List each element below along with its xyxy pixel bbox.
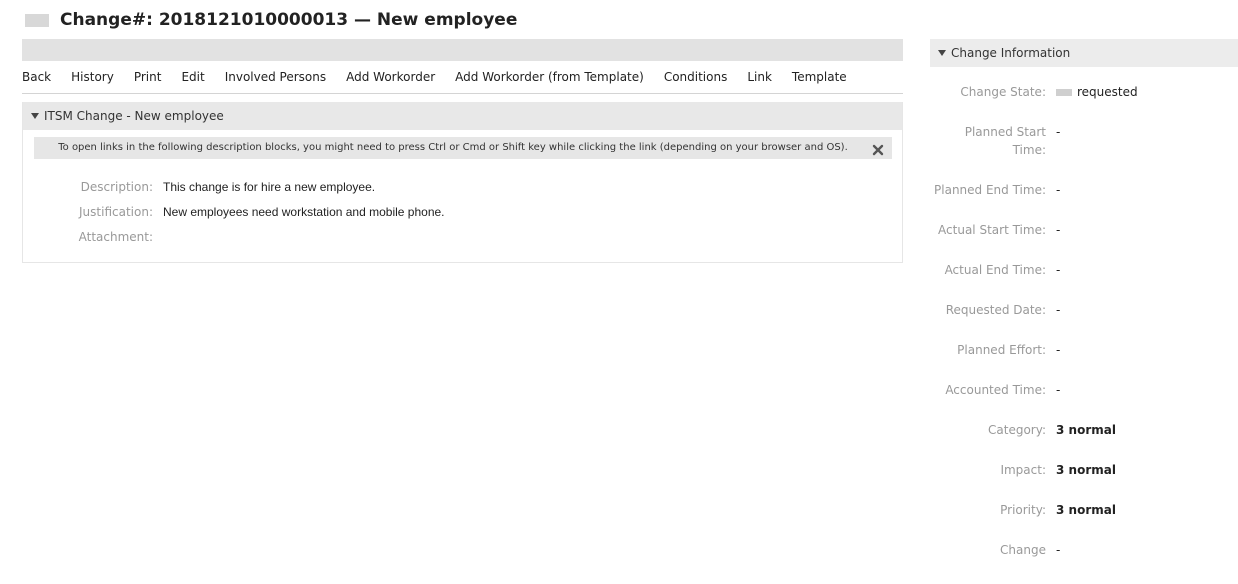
menu-back[interactable]: Back — [22, 70, 51, 84]
menu-print[interactable]: Print — [134, 70, 162, 84]
info-actual-end: Actual End Time: - — [944, 263, 1061, 277]
field-description: Description: This change is for hire a n… — [80, 180, 376, 194]
info-requested-date: Requested Date: - — [945, 303, 1061, 317]
page-header: Change#: 2018121010000013 — New employee — [25, 9, 517, 31]
collapse-caret-icon[interactable] — [31, 113, 39, 119]
menu-add-workorder[interactable]: Add Workorder — [346, 70, 435, 84]
info-accounted-time: Accounted Time: - — [945, 383, 1061, 397]
itsm-change-widget: ITSM Change - New employee To open links… — [22, 102, 903, 263]
menu-history[interactable]: History — [71, 70, 114, 84]
info-impact: Impact: 3 normal — [1000, 463, 1116, 477]
action-menu: Back History Print Edit Involved Persons… — [22, 61, 903, 94]
field-justification: Justification: New employees need workst… — [79, 205, 445, 219]
menu-conditions[interactable]: Conditions — [664, 70, 728, 84]
change-details: Description: This change is for hire a n… — [23, 159, 902, 262]
change-information-sidebar: Change Information Change State: request… — [930, 39, 1238, 581]
info-planned-effort: Planned Effort: - — [957, 343, 1061, 357]
page-title: Change#: 2018121010000013 — New employee — [60, 10, 518, 30]
sidebar-title: Change Information — [951, 46, 1071, 60]
info-change-state: Change State: requested — [960, 85, 1138, 99]
change-information-header[interactable]: Change Information — [930, 39, 1238, 67]
info-change: Change - — [1000, 543, 1061, 557]
collapse-caret-icon[interactable] — [938, 50, 946, 56]
info-actual-start: Actual Start Time: - — [938, 223, 1061, 237]
field-attachment: Attachment: — [78, 230, 153, 244]
notice-text: To open links in the following descripti… — [58, 142, 848, 153]
info-category: Category: 3 normal — [988, 423, 1116, 437]
menu-edit[interactable]: Edit — [181, 70, 204, 84]
menu-link[interactable]: Link — [747, 70, 772, 84]
info-priority: Priority: 3 normal — [1000, 503, 1116, 517]
main-column: Back History Print Edit Involved Persons… — [22, 39, 903, 263]
menu-template[interactable]: Template — [792, 70, 847, 84]
change-state-color-box — [25, 13, 49, 27]
info-planned-end: Planned End Time: - — [934, 183, 1061, 197]
info-planned-start: Planned Start Time: - — [964, 125, 1061, 157]
menu-add-workorder-template[interactable]: Add Workorder (from Template) — [455, 70, 644, 84]
close-icon[interactable] — [872, 144, 884, 156]
menu-involved-persons[interactable]: Involved Persons — [225, 70, 326, 84]
toolbar-bar — [22, 39, 903, 61]
notice-box: To open links in the following descripti… — [34, 137, 892, 159]
state-color-swatch — [1056, 89, 1072, 96]
widget-title: ITSM Change - New employee — [44, 109, 224, 123]
itsm-change-widget-header[interactable]: ITSM Change - New employee — [23, 102, 902, 130]
